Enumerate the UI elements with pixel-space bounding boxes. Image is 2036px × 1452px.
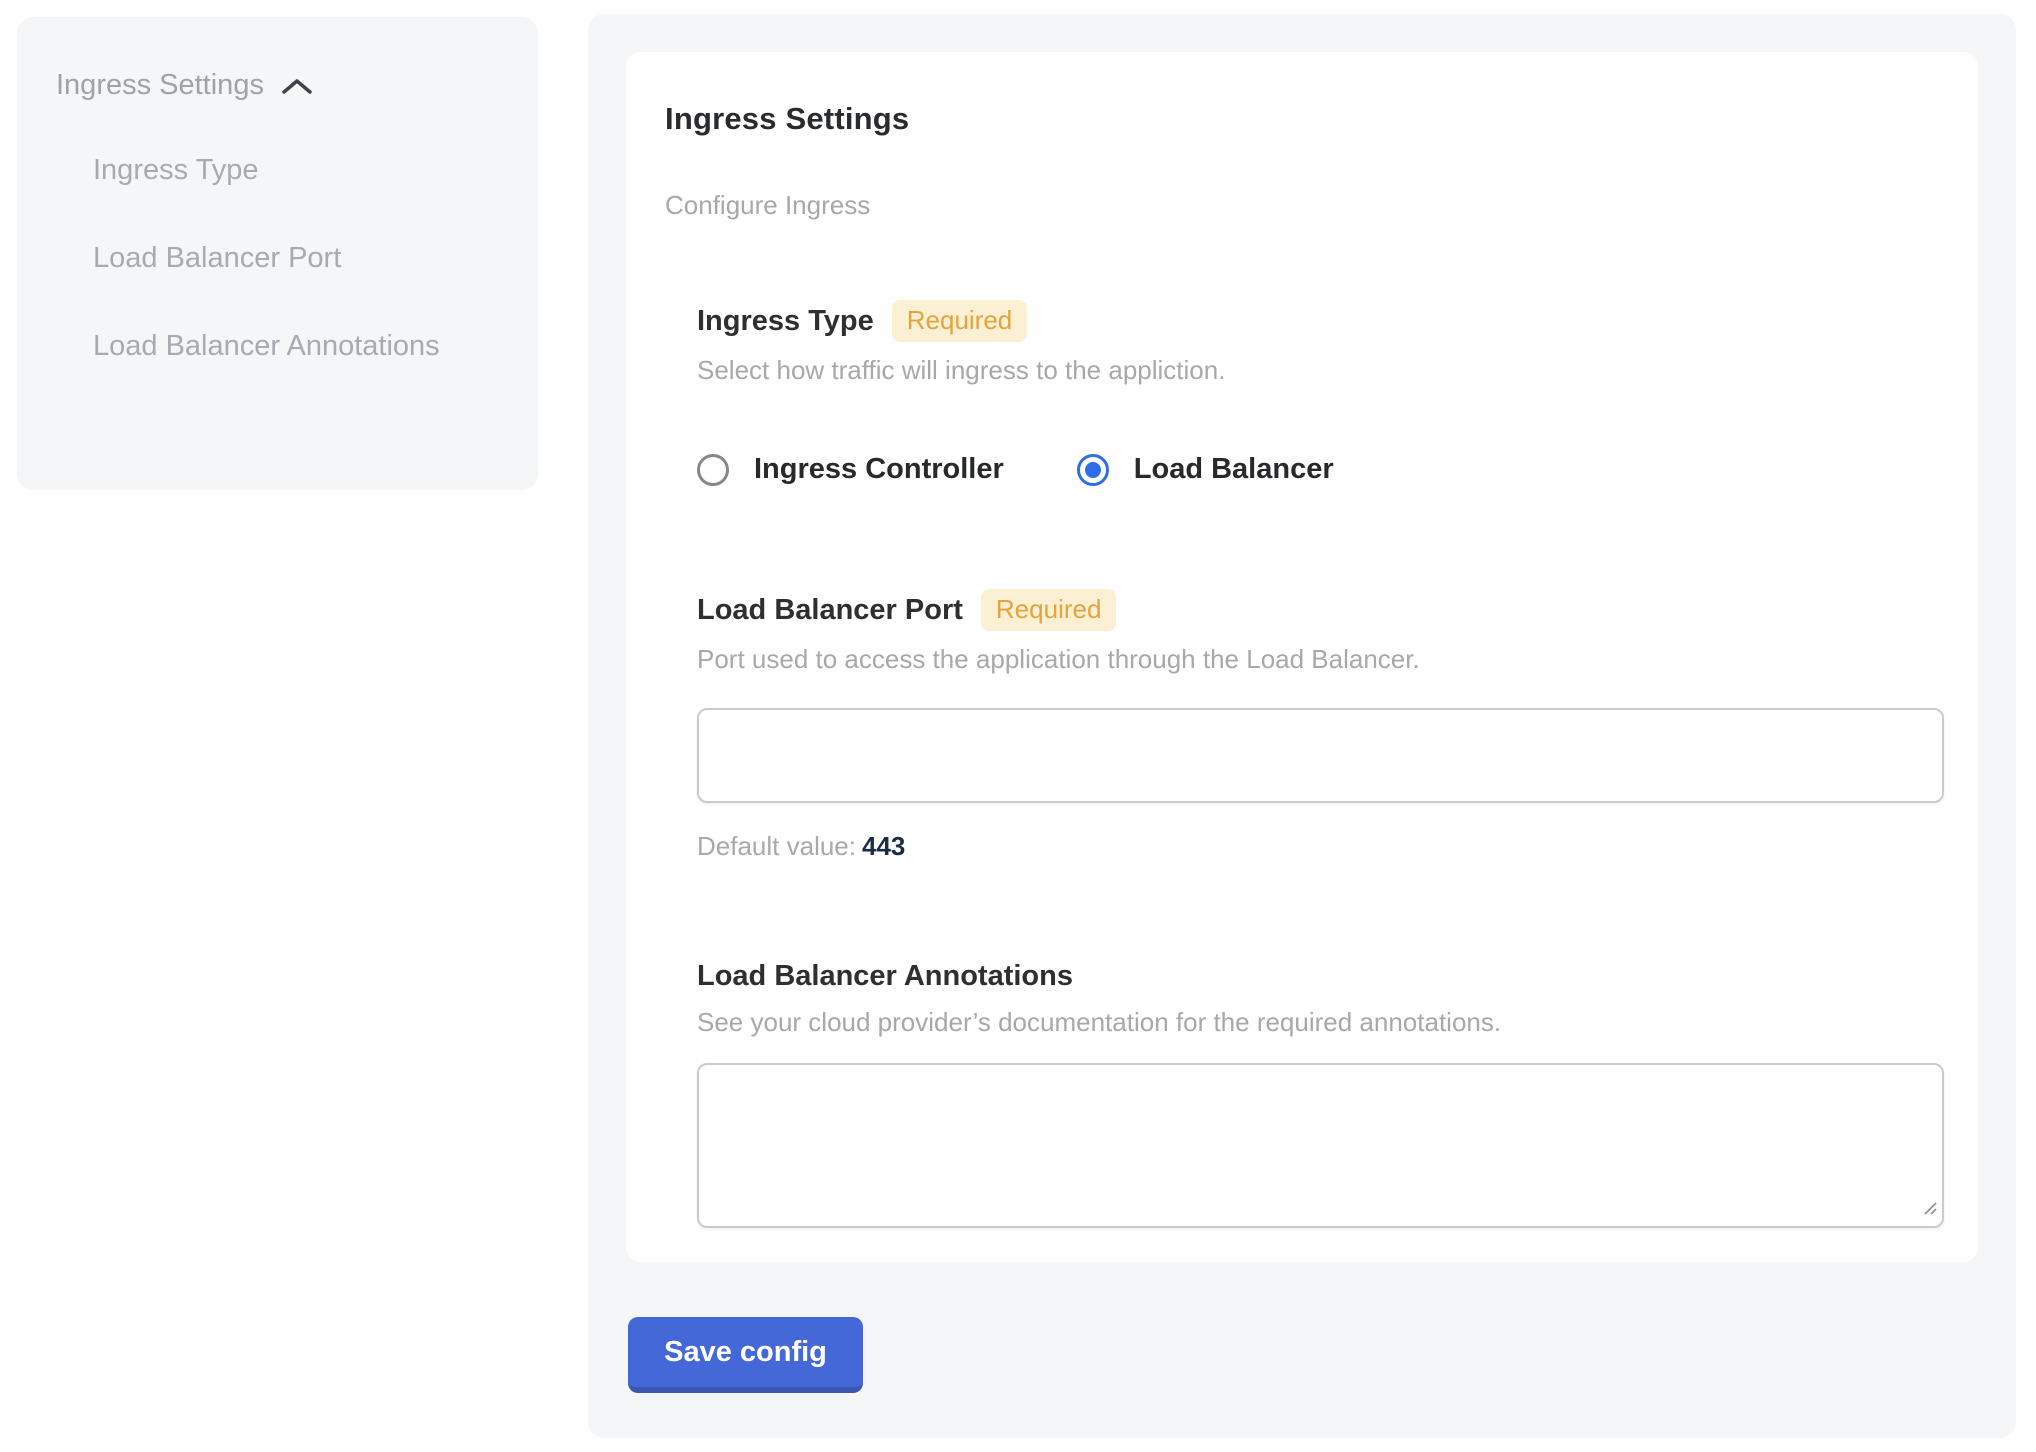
radio-label-load-balancer: Load Balancer <box>1134 453 1334 486</box>
sidebar-group-label: Ingress Settings <box>56 69 264 102</box>
section-load-balancer-annotations: Load Balancer Annotations See your cloud… <box>697 958 1944 1228</box>
ingress-type-heading-row: Ingress Type Required <box>697 300 1944 342</box>
radio-option-load-balancer[interactable]: Load Balancer <box>1077 453 1334 486</box>
required-badge: Required <box>892 300 1028 342</box>
page-title: Ingress Settings <box>665 100 1942 138</box>
sidebar-group-ingress-settings[interactable]: Ingress Settings <box>56 55 508 115</box>
settings-nav-sidebar: Ingress Settings Ingress Type Load Balan… <box>17 17 538 490</box>
sidebar-item-ingress-type[interactable]: Ingress Type <box>93 140 453 200</box>
resize-handle-icon[interactable] <box>1921 1199 1937 1220</box>
radio-option-ingress-controller[interactable]: Ingress Controller <box>697 453 1004 486</box>
default-value-row: Default value:443 <box>697 831 1944 861</box>
sidebar-item-load-balancer-annotations[interactable]: Load Balancer Annotations <box>93 316 453 376</box>
ingress-type-heading: Ingress Type <box>697 303 874 339</box>
radio-button-icon <box>697 454 729 486</box>
ingress-type-radio-group: Ingress Controller Load Balancer <box>697 453 1944 486</box>
load-balancer-port-heading-row: Load Balancer Port Required <box>697 589 1944 631</box>
load-balancer-port-description: Port used to access the application thro… <box>697 644 1944 674</box>
load-balancer-port-heading: Load Balancer Port <box>697 592 963 628</box>
section-ingress-type: Ingress Type Required Select how traffic… <box>697 300 1944 486</box>
load-balancer-annotations-textarea[interactable] <box>697 1063 1944 1228</box>
load-balancer-annotations-description: See your cloud provider’s documentation … <box>697 1007 1944 1037</box>
sidebar-item-load-balancer-port[interactable]: Load Balancer Port <box>93 228 453 288</box>
main-panel: Ingress Settings Configure Ingress Ingre… <box>588 14 2016 1438</box>
load-balancer-annotations-heading: Load Balancer Annotations <box>697 958 1073 994</box>
chevron-up-icon <box>280 76 314 98</box>
sidebar-item-list: Ingress Type Load Balancer Port Load Bal… <box>93 140 508 376</box>
default-value-label: Default value: <box>697 831 856 861</box>
ingress-settings-card: Ingress Settings Configure Ingress Ingre… <box>626 52 1978 1262</box>
load-balancer-port-input[interactable] <box>697 708 1944 803</box>
radio-button-icon <box>1077 454 1109 486</box>
default-value: 443 <box>862 831 905 861</box>
annotations-textarea-wrap <box>697 1063 1944 1228</box>
radio-label-ingress-controller: Ingress Controller <box>754 453 1004 486</box>
section-load-balancer-port: Load Balancer Port Required Port used to… <box>697 589 1944 861</box>
page-subtitle: Configure Ingress <box>665 190 1942 220</box>
form-sections: Ingress Type Required Select how traffic… <box>697 300 1944 1228</box>
load-balancer-annotations-heading-row: Load Balancer Annotations <box>697 958 1944 994</box>
required-badge: Required <box>981 589 1117 631</box>
save-config-button[interactable]: Save config <box>628 1317 863 1393</box>
ingress-type-description: Select how traffic will ingress to the a… <box>697 355 1944 385</box>
